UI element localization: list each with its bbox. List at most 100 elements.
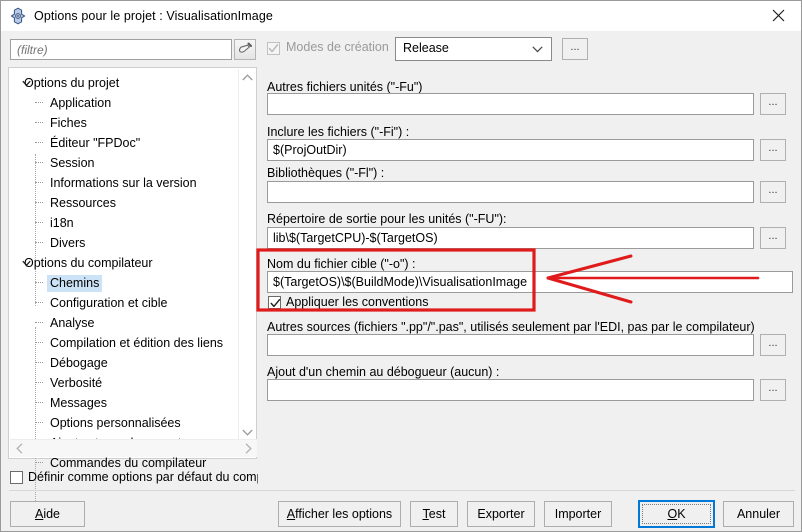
tree-item-label: Divers [50,235,86,250]
apply-conventions-row[interactable]: Appliquer les conventions [268,295,428,309]
browse-button-6[interactable]: ... [760,379,786,401]
help-button-label: Aide [34,507,61,521]
tree-branch-dash [35,402,43,403]
build-mode-browse-button[interactable]: ... [562,38,588,60]
chevron-up-icon [242,74,253,81]
field-input-4[interactable] [267,271,793,293]
tree-item-session[interactable]: Session [9,153,239,173]
scroll-right-button[interactable] [239,440,257,457]
clear-filter-button[interactable] [234,39,256,60]
show-options-button[interactable]: Afficher les options [278,501,401,527]
options-tree-panel[interactable]: Options du projet Application Fiches Éditeu… [8,67,257,503]
tree-item-analyse[interactable]: Analyse [9,313,239,333]
field-input-1[interactable] [267,139,754,161]
test-button-label: Test [422,507,446,521]
default-options-row[interactable]: Définir comme options par défaut du comp [10,470,258,484]
tree-branch-dash [35,422,43,423]
tree-item-label: Session [50,155,95,170]
scroll-up-button[interactable] [239,69,256,86]
tree-item-compilation-et-dition-des-liens[interactable]: Compilation et édition des liens [9,333,239,353]
browse-button-3[interactable]: ... [760,227,786,249]
tree-item-informations-sur-la-version[interactable]: Informations sur la version [9,173,239,193]
tree-item-verbosit[interactable]: Verbosité [9,373,239,393]
tree-item-application[interactable]: Application [9,93,239,113]
chevron-down-icon[interactable] [22,79,31,88]
chevron-down-icon[interactable] [22,259,31,268]
tree-branch-dash [35,102,43,103]
tree-item-d-bogage[interactable]: Débogage [9,353,239,373]
tree-item-options-du-projet[interactable]: Options du projet [9,73,239,93]
field-label-5: Autres sources (fichiers ".pp"/".pas", u… [267,320,755,334]
tree-branch-dash [35,462,43,463]
tree-item-divers[interactable]: Divers [9,233,239,253]
tree-item-label: Commandes du compilateur [50,455,207,470]
chevron-right-icon [245,443,252,454]
broom-icon [238,42,252,53]
tree-item-label: Compilation et édition des liens [50,335,224,350]
close-button[interactable] [755,1,801,30]
field-input-5[interactable] [267,334,754,356]
tree-item-i18n[interactable]: i18n [9,213,239,233]
checkmark-icon [270,298,281,307]
tree-branch-dash [35,302,43,303]
field-label-1: Inclure les fichiers ("-Fi") : [267,125,410,139]
tree-branch-dash [35,242,43,243]
browse-button-5[interactable]: ... [760,334,786,356]
chevron-left-icon [15,443,22,454]
tree-vertical-scrollbar[interactable] [238,69,255,441]
browse-button-1[interactable]: ... [760,139,786,161]
field-input-0[interactable] [267,93,754,115]
tree-branch-dash [35,142,43,143]
field-input-2[interactable] [267,181,754,203]
focus-rectangle [642,504,711,524]
tree-item-options-personnalis-es[interactable]: Options personnalisées [9,413,239,433]
apply-conventions-checkbox[interactable] [268,295,281,309]
title-bar: Options pour le projet : VisualisationIm… [1,1,801,31]
tree-item-label: Options du projet [24,75,120,90]
tree-item-fiches[interactable]: Fiches [9,113,239,133]
default-options-checkbox[interactable] [10,470,23,484]
field-label-3: Répertoire de sortie pour les unités ("-… [267,212,507,226]
tree-item-options-du-compilateur[interactable]: Options du compilateur [9,253,239,273]
window-title: Options pour le projet : VisualisationIm… [34,9,273,23]
tree-item-label: Débogage [50,355,108,370]
tree-item-configuration-et-cible[interactable]: Configuration et cible [9,293,239,313]
tree-horizontal-scrollbar[interactable] [10,439,257,457]
tree-branch-dash [35,362,43,363]
field-input-6[interactable] [267,379,754,401]
import-button[interactable]: Importer [544,501,612,527]
tree-item-label: Configuration et cible [50,295,168,310]
checkmark-icon [268,44,279,53]
help-button[interactable]: Aide [10,501,85,527]
tree-item-ressources[interactable]: Ressources [9,193,239,213]
scroll-left-button[interactable] [10,440,28,457]
tree-item-label: i18n [50,215,74,230]
tree-item-label: Éditeur "FPDoc" [50,135,141,150]
browse-button-2[interactable]: ... [760,181,786,203]
filter-input[interactable] [10,39,232,60]
tree-item-chemins[interactable]: Chemins [9,273,239,293]
lazarus-logo-icon [10,7,26,25]
tree-branch-dash [35,222,43,223]
tree-item-messages[interactable]: Messages [9,393,239,413]
tree-item-diteur-fpdoc[interactable]: Éditeur "FPDoc" [9,133,239,153]
chevron-down-icon [532,46,543,53]
tree-item-label: Informations sur la version [50,175,197,190]
test-button[interactable]: Test [410,501,458,527]
tree-item-label: Options du compilateur [24,255,153,270]
cancel-button-label: Annuler [736,507,781,521]
build-modes-checkbox[interactable] [267,42,280,55]
cancel-button[interactable]: Annuler [723,501,794,527]
export-button-label: Exporter [477,507,525,521]
tree-item-label: Messages [50,395,107,410]
field-input-3[interactable] [267,227,754,249]
ok-button[interactable]: OK [638,500,715,528]
field-label-4: Nom du fichier cible ("-o") : [267,257,416,271]
tree-item-label: Ressources [50,195,116,210]
browse-button-0[interactable]: ... [760,93,786,115]
build-mode-select[interactable]: Release [395,37,552,61]
tree-branch-dash [35,162,43,163]
field-label-6: Ajout d'un chemin au débogueur (aucun) : [267,365,500,379]
export-button[interactable]: Exporter [467,501,535,527]
tree-branch-dash [35,122,43,123]
